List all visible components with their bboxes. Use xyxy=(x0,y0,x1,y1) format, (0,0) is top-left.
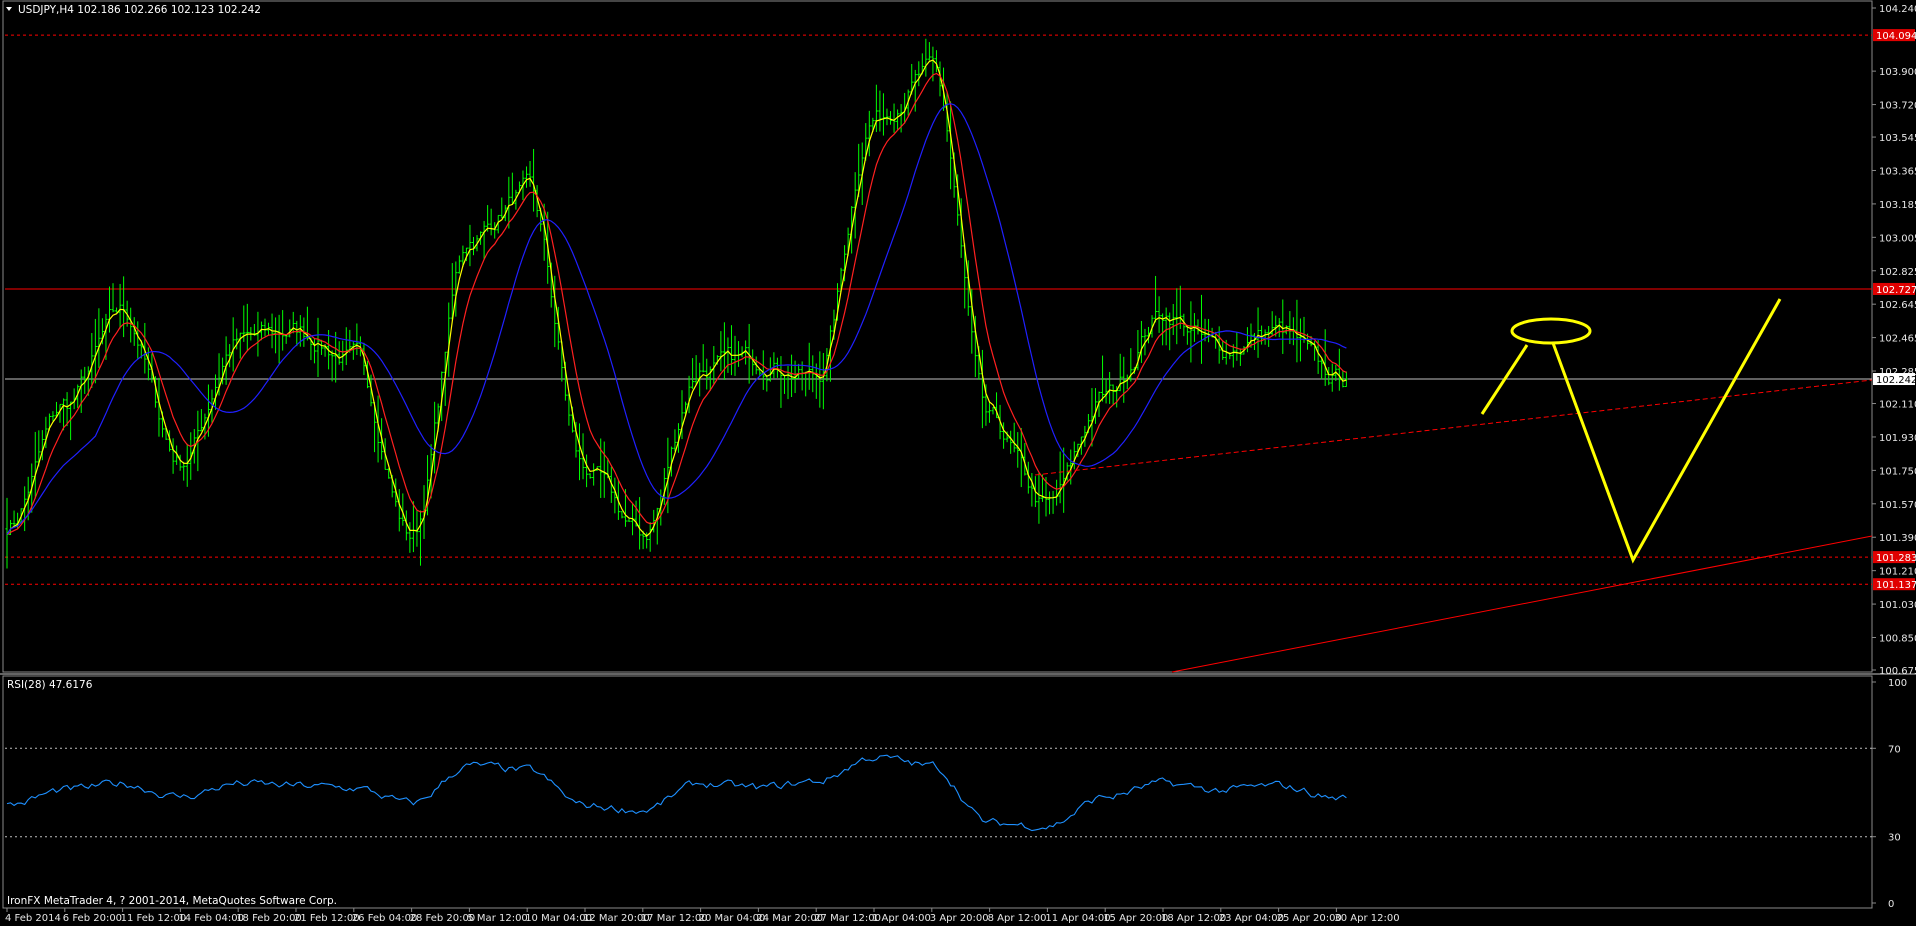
x-tick-label: 20 Mar 04:00 xyxy=(699,913,766,924)
rsi-plot-frame xyxy=(2,675,1873,909)
footer-copyright: IronFX MetaTrader 4, ? 2001-2014, MetaQu… xyxy=(7,895,337,907)
rsi-tick-label: 70 xyxy=(1888,744,1901,755)
y-tick-label: 103.900 xyxy=(1879,67,1916,78)
price-tag-label: 101.137 xyxy=(1876,580,1916,591)
x-tick-label: 12 Mar 20:00 xyxy=(583,913,650,924)
x-tick-label: 11 Feb 12:00 xyxy=(121,913,187,924)
x-tick-label: 14 Feb 04:00 xyxy=(178,913,244,924)
y-tick-label: 104.240 xyxy=(1879,4,1916,15)
x-tick-label: 17 Mar 12:00 xyxy=(641,913,708,924)
x-tick-label: 21 Feb 12:00 xyxy=(294,913,360,924)
y-tick-label: 103.365 xyxy=(1879,166,1916,177)
x-tick-label: 4 Feb 2014 xyxy=(5,913,61,924)
x-tick-label: 5 Mar 12:00 xyxy=(467,913,527,924)
y-tick-label: 102.110 xyxy=(1879,400,1916,411)
y-tick-label: 102.465 xyxy=(1879,334,1916,345)
y-tick-label: 100.675 xyxy=(1879,666,1916,677)
rsi-header: RSI(28) 47.6176 xyxy=(7,679,93,691)
y-tick-label: 102.645 xyxy=(1879,300,1916,311)
x-tick-label: 8 Apr 12:00 xyxy=(988,913,1047,924)
x-tick-label: 18 Apr 12:00 xyxy=(1161,913,1226,924)
y-tick-label: 101.750 xyxy=(1879,466,1916,477)
y-tick-label: 101.390 xyxy=(1879,533,1916,544)
trading-chart[interactable]: 104.240 103.900 103.720 103.545 103.365 103.1… xyxy=(0,0,1916,926)
y-tick-label: 101.930 xyxy=(1879,433,1916,444)
y-tick-label: 101.570 xyxy=(1879,500,1916,511)
y-tick-label: 103.545 xyxy=(1879,133,1916,144)
x-tick-label: 24 Mar 20:00 xyxy=(756,913,823,924)
x-tick-label: 11 Apr 04:00 xyxy=(1045,913,1110,924)
rsi-tick-label: 30 xyxy=(1888,833,1901,844)
x-tick-label: 3 Apr 20:00 xyxy=(930,913,989,924)
x-tick-label: 28 Feb 20:00 xyxy=(410,913,476,924)
rsi-tick-label: 0 xyxy=(1888,899,1894,910)
symbol-header: USDJPY,H4 102.186 102.266 102.123 102.24… xyxy=(18,4,261,16)
rsi-tick-label: 100 xyxy=(1888,678,1907,689)
x-tick-label: 23 Apr 04:00 xyxy=(1219,913,1284,924)
y-tick-label: 101.030 xyxy=(1879,600,1916,611)
price-tag-label: 101.283 xyxy=(1876,553,1916,564)
x-tick-label: 30 Apr 12:00 xyxy=(1334,913,1399,924)
x-tick-label: 6 Feb 20:00 xyxy=(63,913,122,924)
x-tick-label: 18 Feb 20:00 xyxy=(236,913,302,924)
x-tick-label: 25 Apr 20:00 xyxy=(1277,913,1342,924)
x-tick-label: 1 Apr 04:00 xyxy=(872,913,931,924)
x-tick-label: 15 Apr 20:00 xyxy=(1103,913,1168,924)
x-tick-label: 26 Feb 04:00 xyxy=(352,913,418,924)
price-tag-label: 104.094 xyxy=(1876,31,1916,42)
price-tag-label: 102.242 xyxy=(1876,375,1916,386)
x-tick-label: 10 Mar 04:00 xyxy=(525,913,592,924)
y-tick-label: 103.720 xyxy=(1879,101,1916,112)
y-tick-label: 100.850 xyxy=(1879,634,1916,645)
main-plot-frame xyxy=(2,0,1873,673)
price-tag-label: 102.727 xyxy=(1876,285,1916,296)
x-tick-label: 27 Mar 12:00 xyxy=(814,913,881,924)
y-tick-label: 103.005 xyxy=(1879,233,1916,244)
y-tick-label: 101.210 xyxy=(1879,567,1916,578)
y-tick-label: 103.185 xyxy=(1879,200,1916,211)
y-tick-label: 102.825 xyxy=(1879,267,1916,278)
